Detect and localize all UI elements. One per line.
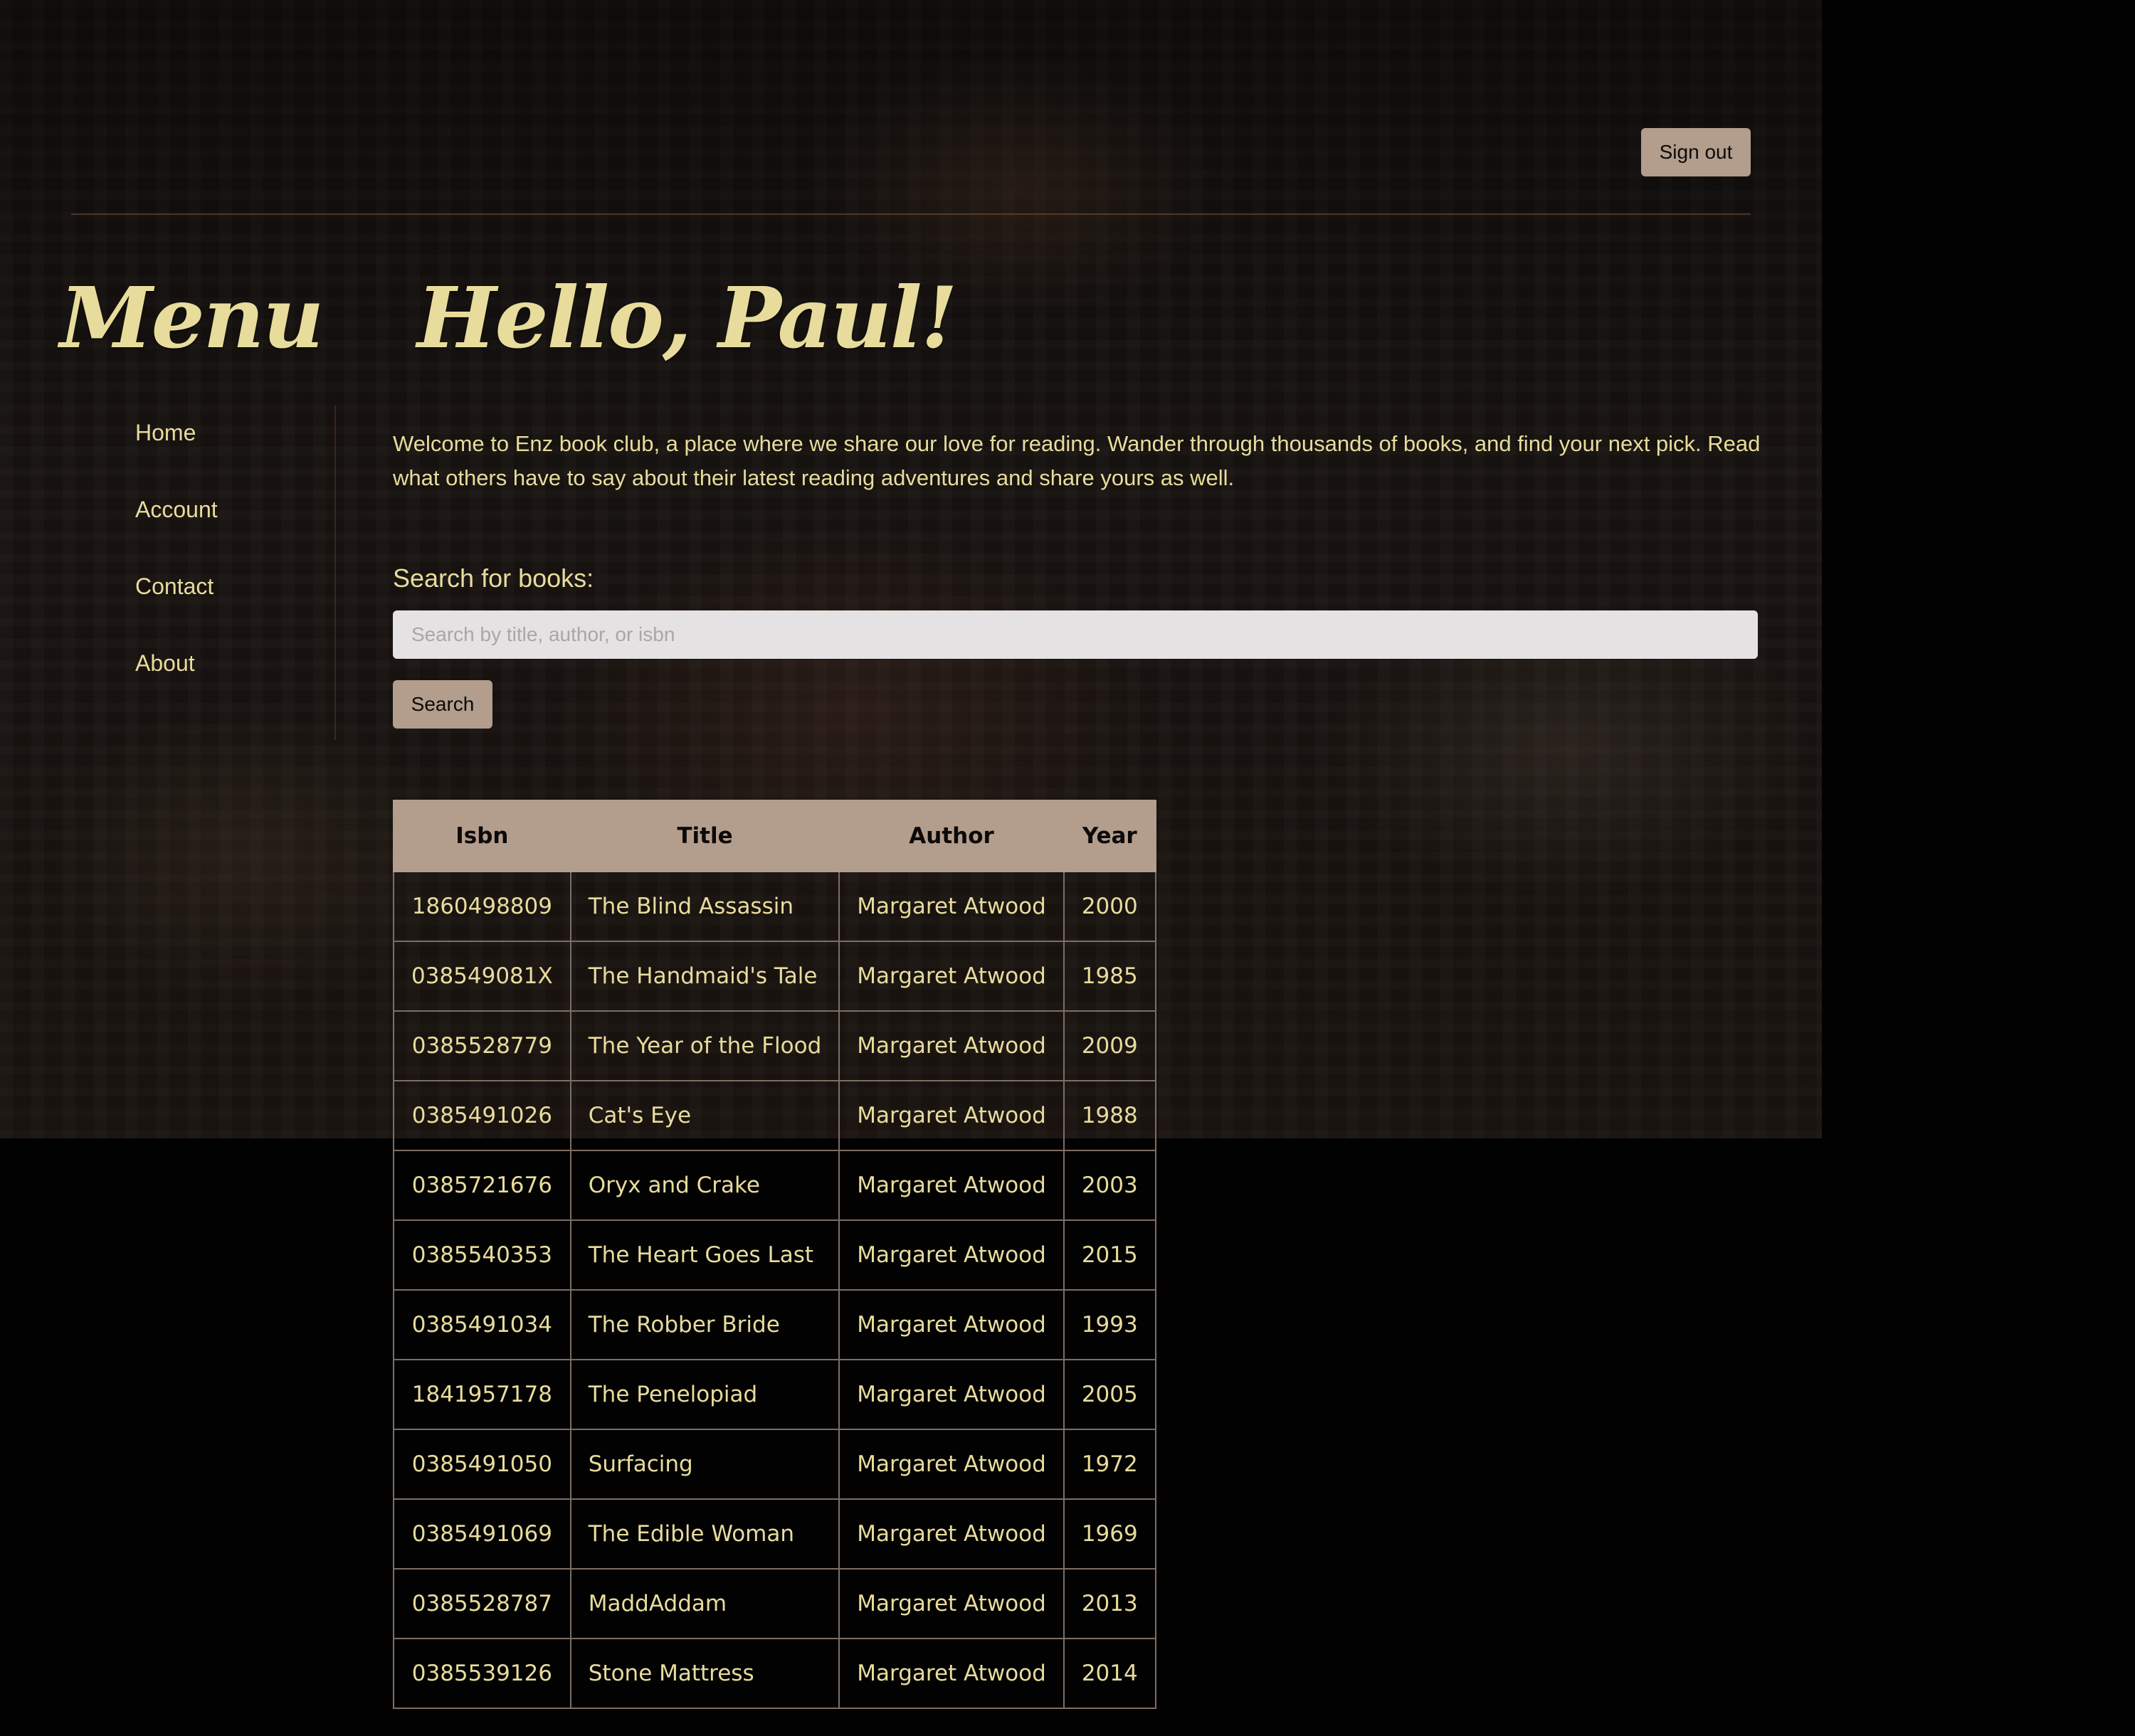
cell-isbn: 0385491026 xyxy=(393,1080,571,1151)
cell-year: 2014 xyxy=(1063,1638,1156,1709)
cell-year: 2000 xyxy=(1063,871,1156,942)
cell-isbn: 0385528787 xyxy=(393,1568,571,1639)
nav-item-contact[interactable]: Contact xyxy=(135,568,218,645)
search-button[interactable]: Search xyxy=(393,680,492,729)
search-label: Search for books: xyxy=(393,563,594,593)
cell-year: 1969 xyxy=(1063,1498,1156,1570)
cell-title: The Handmaid's Tale xyxy=(569,941,840,1012)
column-header-title: Title xyxy=(569,800,840,872)
cell-year: 1993 xyxy=(1063,1289,1156,1360)
header-divider xyxy=(71,213,1751,215)
books-table: Isbn Title Author Year 1860498809 The Bl… xyxy=(393,800,1156,1709)
cell-title: MaddAddam xyxy=(569,1568,840,1639)
table-row: 0385528787 MaddAddam Margaret Atwood 201… xyxy=(393,1568,1156,1639)
cell-title: Surfacing xyxy=(569,1429,840,1500)
cell-title: The Blind Assassin xyxy=(569,871,840,942)
cell-isbn: 0385539126 xyxy=(393,1638,571,1709)
cell-year: 2003 xyxy=(1063,1150,1156,1221)
cell-author: Margaret Atwood xyxy=(838,1498,1065,1570)
cell-isbn: 1841957178 xyxy=(393,1359,571,1430)
nav-item-account[interactable]: Account xyxy=(135,491,218,568)
cell-isbn: 0385721676 xyxy=(393,1150,571,1221)
cell-author: Margaret Atwood xyxy=(838,871,1065,942)
menu-heading: Menu xyxy=(60,268,324,367)
cell-year: 2013 xyxy=(1063,1568,1156,1639)
cell-title: The Edible Woman xyxy=(569,1498,840,1570)
cell-year: 1985 xyxy=(1063,941,1156,1012)
cell-title: Stone Mattress xyxy=(569,1638,840,1709)
cell-isbn: 0385540353 xyxy=(393,1219,571,1291)
cell-author: Margaret Atwood xyxy=(838,1080,1065,1151)
search-input[interactable] xyxy=(393,610,1758,659)
table-row: 1841957178 The Penelopiad Margaret Atwoo… xyxy=(393,1359,1156,1430)
cell-author: Margaret Atwood xyxy=(838,1010,1065,1081)
cell-isbn: 0385528779 xyxy=(393,1010,571,1081)
cell-title: The Heart Goes Last xyxy=(569,1219,840,1291)
cell-title: Cat's Eye xyxy=(569,1080,840,1151)
cell-author: Margaret Atwood xyxy=(838,1429,1065,1500)
nav-divider xyxy=(334,406,336,740)
cell-author: Margaret Atwood xyxy=(838,1219,1065,1291)
table-row: 038549081X The Handmaid's Tale Margaret … xyxy=(393,941,1156,1012)
cell-year: 2005 xyxy=(1063,1359,1156,1430)
cell-isbn: 0385491069 xyxy=(393,1498,571,1570)
cell-author: Margaret Atwood xyxy=(838,941,1065,1012)
cell-year: 1988 xyxy=(1063,1080,1156,1151)
cell-isbn: 1860498809 xyxy=(393,871,571,942)
side-nav: Home Account Contact About xyxy=(135,414,218,721)
column-header-year: Year xyxy=(1063,800,1156,872)
table-row: 0385491034 The Robber Bride Margaret Atw… xyxy=(393,1289,1156,1360)
cell-author: Margaret Atwood xyxy=(838,1638,1065,1709)
cell-isbn: 038549081X xyxy=(393,941,571,1012)
cell-title: The Robber Bride xyxy=(569,1289,840,1360)
greeting-heading: Hello, Paul! xyxy=(417,268,958,367)
cell-year: 1972 xyxy=(1063,1429,1156,1500)
cell-title: The Year of the Flood xyxy=(569,1010,840,1081)
table-row: 0385491026 Cat's Eye Margaret Atwood 198… xyxy=(393,1080,1156,1151)
cell-isbn: 0385491050 xyxy=(393,1429,571,1500)
cell-author: Margaret Atwood xyxy=(838,1289,1065,1360)
welcome-text: Welcome to Enz book club, a place where … xyxy=(393,431,1761,490)
cell-author: Margaret Atwood xyxy=(838,1568,1065,1639)
table-row: 0385721676 Oryx and Crake Margaret Atwoo… xyxy=(393,1150,1156,1221)
table-row: 1860498809 The Blind Assassin Margaret A… xyxy=(393,871,1156,942)
cell-year: 2009 xyxy=(1063,1010,1156,1081)
column-header-isbn: Isbn xyxy=(393,800,571,872)
table-row: 0385539126 Stone Mattress Margaret Atwoo… xyxy=(393,1638,1156,1709)
cell-title: The Penelopiad xyxy=(569,1359,840,1430)
cell-isbn: 0385491034 xyxy=(393,1289,571,1360)
cell-year: 2015 xyxy=(1063,1219,1156,1291)
table-row: 0385491069 The Edible Woman Margaret Atw… xyxy=(393,1498,1156,1570)
table-header-row: Isbn Title Author Year xyxy=(393,800,1156,872)
nav-item-about[interactable]: About xyxy=(135,645,218,721)
table-row: 0385528779 The Year of the Flood Margare… xyxy=(393,1010,1156,1081)
sign-out-button[interactable]: Sign out xyxy=(1641,128,1751,176)
table-row: 0385491050 Surfacing Margaret Atwood 197… xyxy=(393,1429,1156,1500)
cell-title: Oryx and Crake xyxy=(569,1150,840,1221)
cell-author: Margaret Atwood xyxy=(838,1359,1065,1430)
table-row: 0385540353 The Heart Goes Last Margaret … xyxy=(393,1219,1156,1291)
nav-item-home[interactable]: Home xyxy=(135,414,218,491)
column-header-author: Author xyxy=(838,800,1065,872)
cell-author: Margaret Atwood xyxy=(838,1150,1065,1221)
